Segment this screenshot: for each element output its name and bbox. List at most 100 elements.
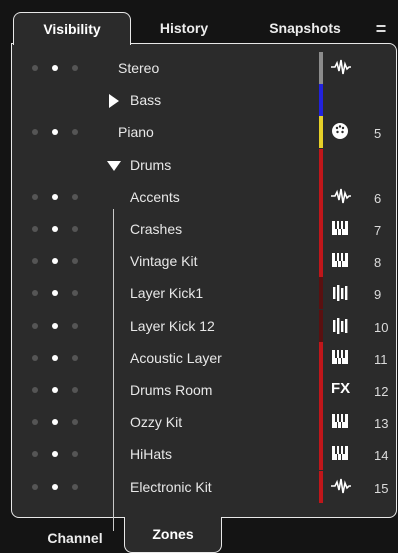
visibility-dot-off[interactable] bbox=[72, 451, 78, 458]
instrument-icon bbox=[330, 443, 352, 463]
track-name: Stereo bbox=[118, 60, 160, 76]
visibility-dots[interactable] bbox=[32, 258, 92, 265]
visibility-dots[interactable] bbox=[32, 419, 92, 426]
collapse-arrow-icon[interactable] bbox=[107, 159, 121, 178]
fx-icon: FX bbox=[330, 379, 352, 399]
tab-visibility[interactable]: Visibility bbox=[13, 12, 131, 45]
track-name: Crashes bbox=[130, 221, 183, 237]
track-row[interactable]: Drums Room FX 12 bbox=[12, 374, 398, 406]
visibility-dot-off[interactable] bbox=[72, 290, 78, 297]
visibility-dot-on[interactable] bbox=[52, 65, 58, 71]
visibility-dot-off[interactable] bbox=[72, 193, 78, 200]
track-row[interactable]: Layer Kick1 9 bbox=[12, 277, 398, 310]
visibility-dot-off[interactable] bbox=[72, 387, 78, 393]
track-color-bar bbox=[319, 180, 323, 213]
track-row[interactable]: Vintage Kit 8 bbox=[12, 245, 398, 278]
visibility-dot-off[interactable] bbox=[72, 483, 78, 490]
visibility-dots[interactable] bbox=[32, 483, 92, 490]
track-color-bar bbox=[319, 277, 323, 310]
waveform-icon bbox=[330, 476, 352, 496]
visibility-dot-off[interactable] bbox=[72, 226, 78, 232]
track-row[interactable]: Stereo bbox=[12, 52, 398, 84]
tab-channel[interactable]: Channel bbox=[32, 523, 118, 553]
visibility-dot-off[interactable] bbox=[72, 258, 78, 265]
visibility-dots[interactable] bbox=[32, 290, 92, 297]
visibility-dot-off[interactable] bbox=[32, 129, 38, 136]
track-color-bar bbox=[319, 438, 323, 471]
visibility-dots[interactable] bbox=[32, 322, 92, 329]
tree-line bbox=[113, 209, 114, 531]
track-number: 15 bbox=[374, 480, 389, 496]
visibility-dot-off[interactable] bbox=[32, 451, 38, 458]
track-color-bar bbox=[319, 213, 323, 245]
visibility-dots[interactable] bbox=[32, 65, 92, 71]
track-name: Acoustic Layer bbox=[130, 349, 222, 366]
track-name: Piano bbox=[118, 124, 154, 141]
visibility-dot-on[interactable] bbox=[52, 483, 58, 490]
visibility-dot-on[interactable] bbox=[52, 322, 58, 329]
track-name: HiHats bbox=[130, 446, 173, 463]
visibility-dot-off[interactable] bbox=[72, 129, 78, 136]
visibility-dot-off[interactable] bbox=[32, 258, 38, 265]
track-row[interactable]: Piano 5 bbox=[12, 116, 398, 149]
track-row[interactable]: HiHats 14 bbox=[12, 438, 398, 471]
visibility-dot-off[interactable] bbox=[32, 483, 38, 490]
visibility-dot-on[interactable] bbox=[52, 258, 58, 265]
visibility-dot-off[interactable] bbox=[32, 354, 38, 361]
visibility-dots[interactable] bbox=[32, 193, 92, 200]
tab-history[interactable]: History bbox=[152, 12, 216, 44]
instrument-icon bbox=[330, 411, 352, 431]
visibility-dot-off[interactable] bbox=[32, 193, 38, 200]
bottom-tab-bar: Channel Zones bbox=[0, 517, 398, 553]
visibility-dot-off[interactable] bbox=[72, 322, 78, 329]
visibility-dot-on[interactable] bbox=[52, 193, 58, 200]
instrument-icon bbox=[330, 218, 352, 238]
track-row[interactable]: Accents 6 bbox=[12, 180, 398, 213]
visibility-dot-on[interactable] bbox=[52, 354, 58, 361]
track-row[interactable]: Ozzy Kit 13 bbox=[12, 406, 398, 439]
visibility-dots[interactable] bbox=[32, 354, 92, 361]
visibility-dot-on[interactable] bbox=[52, 129, 58, 136]
visibility-dot-on[interactable] bbox=[52, 226, 58, 232]
visibility-dot-on[interactable] bbox=[52, 290, 58, 297]
visibility-dots[interactable] bbox=[32, 226, 92, 232]
menu-icon[interactable]: = bbox=[370, 19, 392, 39]
tab-snapshots[interactable]: Snapshots bbox=[256, 12, 354, 44]
visibility-dot-off[interactable] bbox=[32, 65, 38, 71]
track-number: 11 bbox=[374, 351, 388, 367]
track-row[interactable]: Acoustic Layer 11 bbox=[12, 341, 398, 374]
waveform-icon bbox=[330, 186, 352, 206]
top-tab-bar: Visibility History Snapshots = bbox=[0, 0, 398, 45]
track-number: 14 bbox=[374, 448, 389, 464]
track-number: 8 bbox=[374, 255, 382, 271]
track-number: 6 bbox=[374, 190, 382, 206]
track-color-bar bbox=[319, 309, 323, 342]
expand-arrow-icon[interactable] bbox=[107, 94, 121, 113]
visibility-dots[interactable] bbox=[32, 451, 92, 458]
visibility-dot-off[interactable] bbox=[72, 419, 78, 426]
midi-icon bbox=[330, 315, 352, 335]
visibility-dot-off[interactable] bbox=[32, 226, 38, 232]
track-row[interactable]: Crashes 7 bbox=[12, 213, 398, 245]
track-row[interactable]: Bass bbox=[12, 84, 398, 117]
visibility-dot-off[interactable] bbox=[32, 387, 38, 393]
track-number: 9 bbox=[374, 287, 382, 303]
visibility-dot-on[interactable] bbox=[52, 451, 58, 458]
track-color-bar bbox=[319, 52, 323, 84]
visibility-dot-off[interactable] bbox=[32, 322, 38, 329]
track-row[interactable]: Drums bbox=[12, 148, 398, 181]
visibility-dot-on[interactable] bbox=[52, 387, 58, 393]
visibility-dot-off[interactable] bbox=[72, 354, 78, 361]
tab-zones[interactable]: Zones bbox=[124, 517, 222, 553]
visibility-dots[interactable] bbox=[32, 387, 92, 393]
track-color-bar bbox=[319, 470, 323, 503]
track-color-bar bbox=[319, 148, 323, 181]
track-row[interactable]: Electronic Kit 15 bbox=[12, 470, 398, 503]
track-name: Drums Room bbox=[130, 382, 213, 398]
visibility-dots[interactable] bbox=[32, 129, 92, 136]
visibility-dot-off[interactable] bbox=[32, 290, 38, 297]
visibility-dot-off[interactable] bbox=[72, 65, 78, 71]
visibility-dot-on[interactable] bbox=[52, 419, 58, 426]
track-row[interactable]: Layer Kick 12 10 bbox=[12, 309, 398, 342]
visibility-dot-off[interactable] bbox=[32, 419, 38, 426]
